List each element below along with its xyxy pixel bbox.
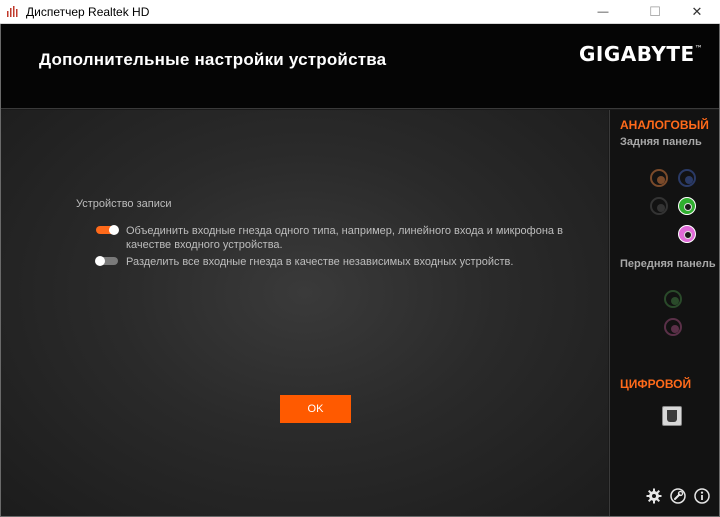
window-titlebar: Диспетчер Realtek HD — ☐ ✕	[0, 0, 720, 24]
recording-device-label: Устройство записи	[76, 198, 172, 210]
combine-inputs-label: Объединить входные гнезда одного типа, н…	[126, 225, 563, 251]
combine-inputs-toggle[interactable]	[96, 225, 119, 235]
close-button[interactable]: ✕	[674, 0, 720, 24]
digital-heading: ЦИФРОВОЙ	[620, 377, 692, 391]
spdif-output-icon[interactable]	[662, 406, 682, 426]
rear-panel-label: Задняя панель	[620, 136, 702, 148]
ok-button[interactable]: OK	[280, 395, 351, 423]
jack-hole	[685, 176, 693, 184]
jack-hole	[657, 176, 665, 184]
info-icon[interactable]	[694, 488, 710, 504]
jack-hole	[684, 203, 692, 211]
realtek-speaker-icon	[7, 6, 18, 17]
minimize-icon: —	[597, 6, 609, 18]
rear-blue-jack[interactable]	[678, 169, 696, 187]
rear-black-jack[interactable]	[650, 197, 668, 215]
gigabyte-logo: GIGABYTE™	[579, 42, 703, 66]
maximize-icon: ☐	[649, 4, 661, 19]
minimize-button[interactable]: —	[580, 0, 626, 24]
rear-orange-jack[interactable]	[650, 169, 668, 187]
rear-green-jack[interactable]	[678, 197, 696, 215]
trademark-mark: ™	[694, 44, 704, 53]
front-pink-jack[interactable]	[664, 318, 682, 336]
jack-hole	[657, 204, 665, 212]
main-content: Устройство записи Объединить входные гне…	[1, 110, 608, 516]
app-frame: Дополнительные настройки устройства GIGA…	[0, 24, 720, 517]
analog-heading: АНАЛОГОВЫЙ	[620, 118, 709, 132]
front-panel-label: Передняя панель	[620, 258, 716, 270]
toggle-knob	[95, 256, 105, 266]
separate-inputs-toggle[interactable]	[95, 256, 118, 266]
page-title: Дополнительные настройки устройства	[39, 50, 387, 69]
jack-hole	[671, 325, 679, 333]
rear-pink-jack[interactable]	[678, 225, 696, 243]
jack-hole	[671, 297, 679, 305]
separate-inputs-label: Разделить все входные гнезда в качестве …	[126, 256, 514, 268]
jack-hole	[684, 231, 692, 239]
maximize-button[interactable]: ☐	[632, 0, 678, 24]
wrench-icon[interactable]	[670, 488, 686, 504]
gear-icon[interactable]	[646, 488, 662, 504]
front-green-jack[interactable]	[664, 290, 682, 308]
close-icon: ✕	[691, 4, 703, 19]
connector-sidebar: АНАЛОГОВЫЙ Задняя панель Передняя панель…	[609, 110, 719, 516]
toggle-knob	[109, 225, 119, 235]
page-header: Дополнительные настройки устройства GIGA…	[1, 24, 719, 109]
window-title: Диспетчер Realtek HD	[26, 5, 150, 19]
sidebar-footer-icons	[646, 488, 716, 506]
spdif-port	[667, 410, 677, 422]
brand-name: GIGABYTE	[579, 42, 695, 66]
